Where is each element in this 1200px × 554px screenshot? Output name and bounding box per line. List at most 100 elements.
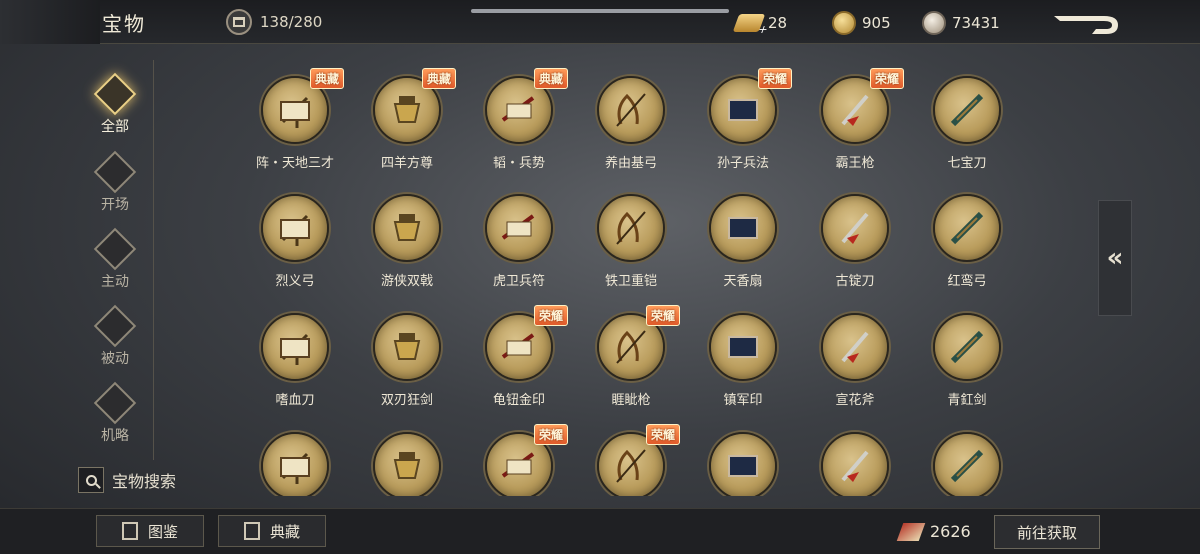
sidebar-item-label: 被动: [101, 351, 129, 367]
gold-ingot-icon: +: [732, 14, 770, 36]
treasure-medal-icon: [933, 76, 1001, 144]
treasure-item[interactable]: 典藏阵・天地三才: [240, 62, 350, 180]
treasure-item[interactable]: 荣耀 孙子兵法: [688, 62, 798, 180]
treasure-item[interactable]: 游侠双戟: [352, 180, 462, 298]
treasure-item[interactable]: 铁卫重铠: [576, 180, 686, 298]
collection-label: 典藏: [269, 522, 300, 541]
top-bar: 宝物 138/280 + 28 905 73431: [0, 0, 1200, 44]
rarity-badge: 典藏: [310, 68, 345, 89]
sidebar-item-label: 机略: [101, 428, 129, 444]
rarity-badge: 典藏: [422, 68, 457, 89]
treasure-name: 七宝刀: [947, 156, 987, 171]
sidebar-item-active[interactable]: 主动: [80, 227, 150, 301]
treasure-name: 阵・天地三才: [255, 156, 334, 171]
sidebar-item-label: 全部: [101, 119, 129, 135]
rarity-badge: 荣耀: [534, 424, 569, 445]
treasure-item[interactable]: 典藏韬・兵势: [464, 62, 574, 180]
rarity-badge: 荣耀: [870, 68, 905, 89]
treasure-bag-icon: [226, 9, 252, 35]
rarity-badge: 荣耀: [758, 68, 793, 89]
sidebar-item-label: 主动: [101, 274, 129, 290]
treasure-item[interactable]: 嗜血刀: [240, 299, 350, 417]
gold-coin-icon: [832, 11, 856, 35]
sidebar-divider: [153, 60, 154, 460]
treasure-capacity: 138/280: [226, 8, 322, 36]
rarity-badge: 荣耀: [534, 305, 569, 326]
treasure-item[interactable]: 双刃狂剑: [352, 299, 462, 417]
treasure-name: 虎卫兵符: [492, 274, 545, 289]
active-icon: [93, 227, 137, 271]
sidebar-item-passive[interactable]: 被动: [80, 304, 150, 378]
currency-value: 28: [768, 14, 788, 32]
treasure-item[interactable]: 红鸾弓: [912, 180, 1022, 298]
treasure-name: 烈义弓: [275, 274, 315, 289]
treasure-item[interactable]: 七宝刀: [912, 62, 1022, 180]
treasure-search[interactable]: 宝物搜索: [78, 465, 176, 495]
all-icon: [93, 72, 137, 116]
strategy-icon: [93, 381, 137, 425]
treasure-item[interactable]: 荣耀 霸王枪: [800, 62, 910, 180]
silver-coin-icon: [922, 11, 946, 35]
treasure-medal-icon: [709, 194, 777, 262]
treasure-medal-icon: [597, 76, 665, 144]
sidebar-item-strategy[interactable]: 机略: [80, 381, 150, 455]
treasure-name: 嗜血刀: [275, 393, 315, 408]
token-icon: [896, 522, 926, 541]
treasure-name: 宣花斧: [835, 393, 875, 408]
treasure-item[interactable]: 烈义弓: [240, 180, 350, 298]
treasure-name: 镇军印: [723, 393, 763, 408]
treasure-medal-icon: [485, 194, 553, 262]
treasure-medal-icon: [709, 432, 777, 496]
treasure-points: 2626: [896, 522, 971, 541]
treasure-name: 韬・兵势: [492, 156, 545, 171]
screen-notch: [471, 9, 729, 13]
passive-icon: [93, 304, 137, 348]
treasure-medal-icon: [373, 432, 441, 496]
rarity-badge: 典藏: [534, 68, 569, 89]
treasure-item[interactable]: 虎卫兵符: [464, 180, 574, 298]
double-chevron-left-icon: «: [1106, 243, 1124, 273]
treasure-medal-icon: [373, 194, 441, 262]
collapse-panel-button[interactable]: «: [1098, 200, 1132, 316]
treasure-item[interactable]: 宣花斧: [800, 299, 910, 417]
currency-value: 73431: [952, 14, 1000, 32]
treasure-item[interactable]: 古锭刀: [800, 180, 910, 298]
sidebar-item-all[interactable]: 全部: [80, 72, 150, 146]
currency-silver-coin[interactable]: 73431: [922, 10, 1000, 36]
currency-value: 905: [862, 14, 891, 32]
treasure-name: 古锭刀: [835, 274, 875, 289]
back-arrow-icon: [1054, 16, 1118, 34]
treasure-item[interactable]: [912, 418, 1022, 496]
collection-button[interactable]: 典藏: [218, 515, 326, 547]
currency-gold-ingot[interactable]: + 28: [732, 10, 788, 36]
bottom-bar: 图鉴 典藏 2626 前往获取: [0, 508, 1200, 554]
back-button[interactable]: [1052, 12, 1124, 36]
treasure-medal-icon: [821, 432, 889, 496]
treasure-item[interactable]: 镇军印: [688, 299, 798, 417]
treasure-item[interactable]: 青釭剑: [912, 299, 1022, 417]
opening-icon: [93, 150, 137, 194]
treasure-medal-icon: [821, 194, 889, 262]
treasure-item[interactable]: 荣耀: [464, 418, 574, 496]
treasure-item[interactable]: 天香扇: [688, 180, 798, 298]
treasure-medal-icon: [933, 432, 1001, 496]
go-obtain-button[interactable]: 前往获取: [994, 515, 1100, 549]
treasure-item[interactable]: [352, 418, 462, 496]
treasure-item[interactable]: [688, 418, 798, 496]
treasure-name: 红鸾弓: [947, 274, 987, 289]
currency-gold-coin[interactable]: 905: [832, 10, 891, 36]
rarity-badge: 荣耀: [646, 305, 681, 326]
treasure-item[interactable]: 荣耀 睚眦枪: [576, 299, 686, 417]
treasure-medal-icon: [709, 313, 777, 381]
sidebar-item-opening[interactable]: 开场: [80, 150, 150, 224]
treasure-item[interactable]: [800, 418, 910, 496]
treasure-medal-icon: [261, 313, 329, 381]
search-icon[interactable]: [78, 467, 104, 493]
treasure-item[interactable]: [240, 418, 350, 496]
treasure-item[interactable]: 荣耀: [576, 418, 686, 496]
treasure-item[interactable]: 典藏 四羊方尊: [352, 62, 462, 180]
treasure-item[interactable]: 荣耀 龟钮金印: [464, 299, 574, 417]
page-title: 宝物: [102, 12, 146, 36]
treasure-item[interactable]: 养由基弓: [576, 62, 686, 180]
catalog-button[interactable]: 图鉴: [96, 515, 204, 547]
